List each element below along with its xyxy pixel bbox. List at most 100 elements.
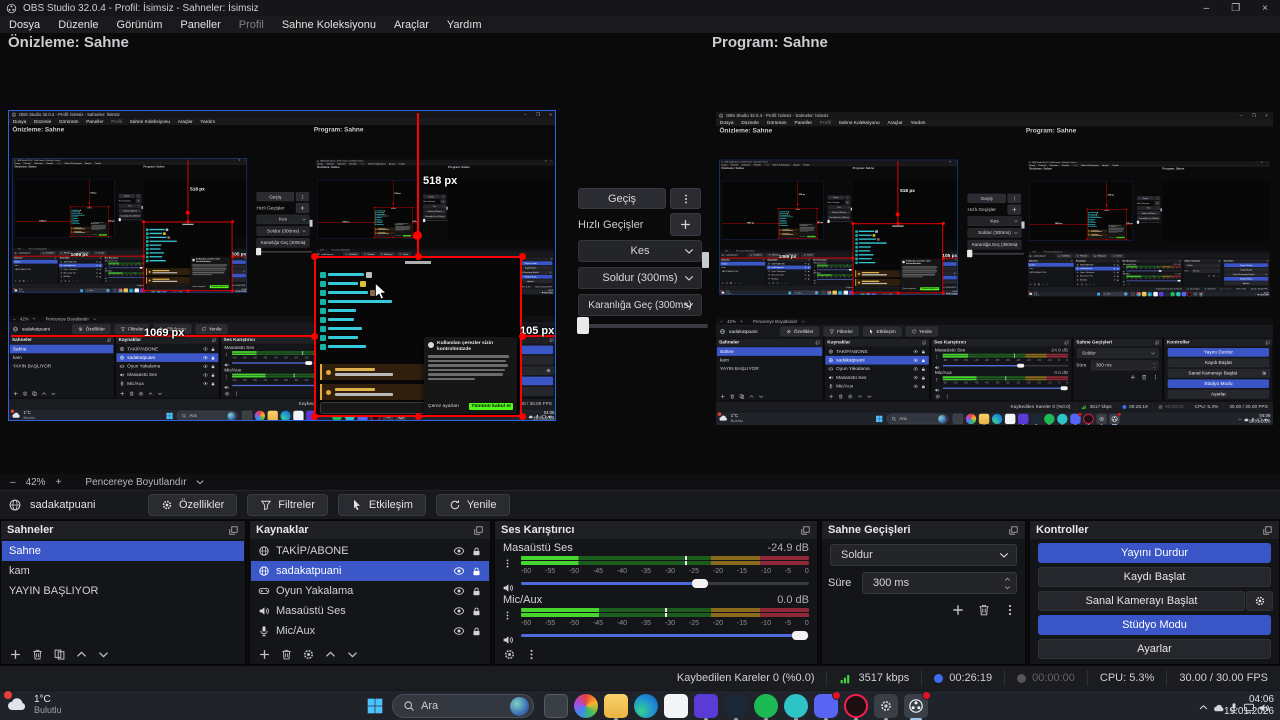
remove-transition-button[interactable] — [977, 603, 991, 617]
rotation-handle[interactable] — [413, 231, 422, 240]
selection-handle[interactable] — [519, 333, 526, 340]
add-transition-button[interactable] — [951, 603, 965, 617]
add-source-button[interactable] — [258, 648, 271, 661]
source-item-takip-abone[interactable]: TAKİP/ABONE — [251, 541, 489, 561]
remove-source-button[interactable] — [280, 648, 293, 661]
lock-icon[interactable] — [471, 546, 482, 557]
remove-scene-button[interactable] — [31, 648, 44, 661]
source-item-oyun-yakalama[interactable]: Oyun Yakalama — [251, 581, 489, 601]
settings-icon[interactable] — [874, 694, 898, 718]
mixer-menu-button[interactable] — [525, 648, 538, 661]
channel-menu-icon[interactable] — [502, 555, 513, 573]
duration-spinbox[interactable]: 300 ms — [862, 572, 1017, 594]
source-item-sadakatpuani[interactable]: sadakatpuani — [251, 561, 489, 581]
popout-icon[interactable] — [800, 525, 811, 536]
title-bar[interactable]: OBS Studio 32.0.4 - Profil: İsimsiz - Sa… — [0, 0, 1280, 16]
visibility-icon[interactable] — [453, 605, 465, 617]
file-explorer-icon[interactable] — [604, 694, 628, 718]
microsoft-store-icon[interactable] — [664, 694, 688, 718]
edge-browser-icon[interactable] — [634, 694, 658, 718]
scene-filters-button[interactable] — [53, 648, 66, 661]
photos-app-icon[interactable] — [574, 694, 598, 718]
menu-paneller[interactable]: Paneller — [171, 19, 229, 31]
selection-handle[interactable] — [519, 253, 526, 260]
transition-select[interactable]: Soldur — [830, 544, 1017, 566]
menu-duzenle[interactable]: Düzenle — [49, 19, 107, 31]
volume-slider[interactable] — [521, 579, 809, 588]
popout-icon[interactable] — [1262, 525, 1273, 536]
start-virtual-camera-button[interactable]: Sanal Kamerayı Başlat — [1038, 591, 1245, 611]
app-icon[interactable] — [784, 694, 808, 718]
visibility-icon[interactable] — [453, 565, 465, 577]
mixer-settings-button[interactable] — [503, 648, 516, 661]
opera-gx-icon[interactable] — [844, 694, 868, 718]
source-item-mic-aux[interactable]: Mic/Aux — [251, 621, 489, 641]
start-recording-button[interactable]: Kaydı Başlat — [1038, 567, 1271, 587]
menu-sahne-koleksiyonu[interactable]: Sahne Koleksiyonu — [273, 19, 385, 31]
transition-menu-button[interactable] — [670, 188, 701, 209]
selection-handle[interactable] — [519, 413, 526, 420]
settings-button[interactable]: Ayarlar — [1038, 639, 1271, 659]
source-properties-button[interactable] — [302, 648, 315, 661]
steam-icon[interactable] — [724, 694, 748, 718]
scene-item-kam[interactable]: kam — [2, 561, 244, 581]
discord-icon[interactable] — [814, 691, 841, 718]
weather-widget[interactable]: 1°C Bulutlu — [4, 691, 62, 715]
splitter-handle[interactable] — [702, 252, 709, 268]
interact-button[interactable]: Etkileşim — [337, 494, 426, 516]
popout-icon[interactable] — [473, 525, 484, 536]
menu-yardim[interactable]: Yardım — [438, 19, 491, 31]
search-box[interactable]: Ara — [392, 694, 534, 718]
add-quick-transition-button[interactable] — [670, 213, 701, 236]
popout-icon[interactable] — [228, 525, 239, 536]
game-app-icon[interactable] — [694, 694, 718, 718]
virtual-camera-settings-button[interactable] — [1246, 591, 1273, 611]
move-scene-up-button[interactable] — [75, 648, 88, 661]
properties-button[interactable]: Özellikler — [148, 494, 238, 516]
scene-item-sahne[interactable]: Sahne — [2, 541, 244, 561]
channel-menu-icon[interactable] — [502, 607, 513, 625]
visibility-icon[interactable] — [453, 625, 465, 637]
lock-icon[interactable] — [471, 586, 482, 597]
taskbar-clock[interactable]: 04:06 19.01.2026 — [1224, 694, 1274, 718]
visibility-icon[interactable] — [453, 545, 465, 557]
transition-props-button[interactable] — [1003, 603, 1017, 617]
stop-streaming-button[interactable]: Yayını Durdur — [1038, 543, 1271, 563]
selection-handle[interactable] — [311, 253, 318, 260]
lock-icon[interactable] — [471, 606, 482, 617]
menu-gorunum[interactable]: Görünüm — [108, 19, 172, 31]
zoom-in-button[interactable]: + — [56, 477, 62, 488]
transition-button[interactable]: Geçiş — [578, 188, 666, 209]
lock-icon[interactable] — [471, 566, 482, 577]
minimize-button[interactable]: – — [1204, 3, 1210, 14]
move-source-down-button[interactable] — [346, 648, 359, 661]
selection-handle[interactable] — [415, 413, 422, 420]
tray-expand-chevron[interactable] — [1198, 699, 1209, 717]
program-canvas[interactable]: OBS Studio 32.0.4 - Profil: İsimsiz - Sa… — [716, 112, 1273, 425]
selection-handle[interactable] — [415, 253, 422, 260]
quick-transition-fade-to-black[interactable]: Karanlığa Geç (300ms) — [578, 294, 702, 316]
source-item-masaustu-ses[interactable]: Masaüstü Ses — [251, 601, 489, 621]
selection-handle[interactable] — [311, 413, 318, 420]
filters-button[interactable]: Filtreler — [247, 494, 328, 516]
move-source-up-button[interactable] — [324, 648, 337, 661]
close-button[interactable]: × — [1262, 3, 1268, 14]
tbar-track[interactable] — [578, 324, 708, 328]
lock-icon[interactable] — [471, 626, 482, 637]
start-button[interactable] — [366, 697, 384, 715]
fit-to-window-dropdown[interactable]: Pencereye Boyutlandır — [85, 477, 204, 488]
move-scene-down-button[interactable] — [97, 648, 110, 661]
quick-transition-fade[interactable]: Soldur (300ms) — [578, 267, 702, 289]
menu-profil[interactable]: Profil — [230, 19, 273, 31]
studio-mode-button[interactable]: Stüdyo Modu — [1038, 615, 1271, 635]
zoom-out-button[interactable]: – — [10, 477, 16, 488]
menu-araclar[interactable]: Araçlar — [385, 19, 438, 31]
add-scene-button[interactable] — [9, 648, 22, 661]
spotify-icon[interactable] — [754, 694, 778, 718]
quick-transition-cut[interactable]: Kes — [578, 240, 702, 262]
preview-canvas[interactable]: OBS Studio 32.0.4 - Profil: İsimsiz - Sa… — [8, 110, 556, 421]
volume-slider[interactable] — [521, 631, 809, 640]
visibility-icon[interactable] — [453, 585, 465, 597]
tbar-handle[interactable] — [577, 317, 589, 334]
obs-taskbar-icon[interactable] — [904, 691, 931, 718]
